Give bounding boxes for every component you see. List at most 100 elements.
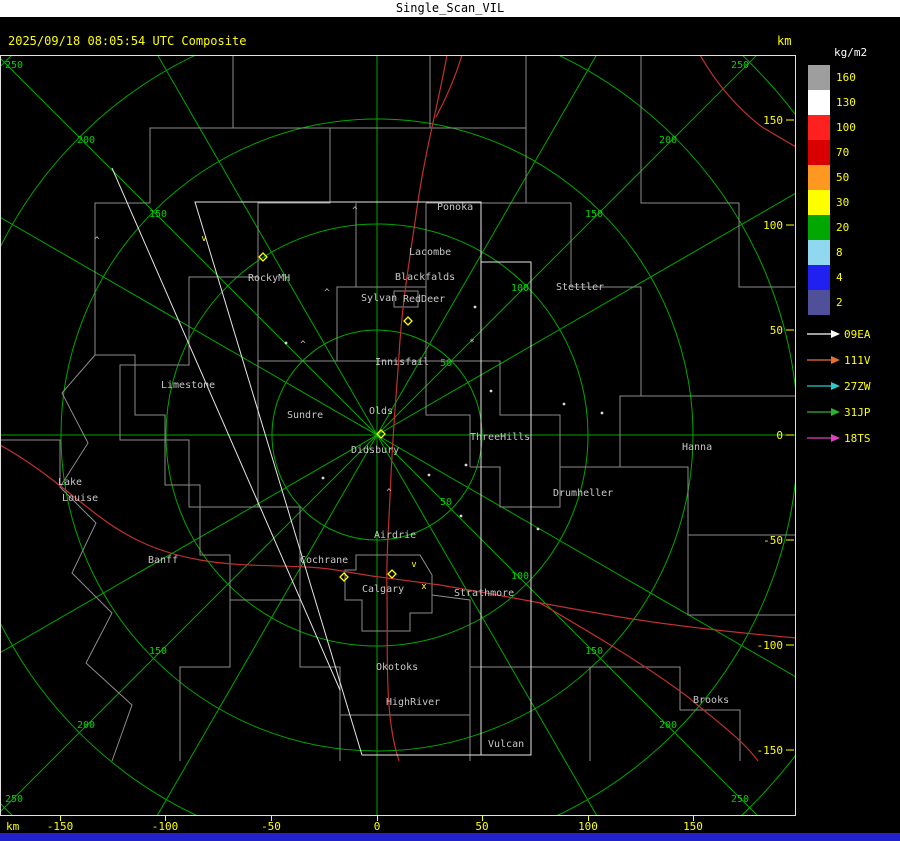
site-list: 09EA 111V 27ZW 31JP 18TS [800, 321, 900, 451]
legend-value: 8 [836, 246, 843, 259]
legend-value: 2 [836, 296, 843, 309]
legend-swatch [808, 115, 830, 140]
legend-swatch [808, 140, 830, 165]
range-ring-label: 150 [149, 646, 167, 657]
highway-lines [1, 56, 795, 762]
city-label: Limestone [161, 380, 215, 391]
site-row: 27ZW [800, 373, 900, 399]
site-id-label: 111V [844, 353, 871, 367]
legend-entry: 2 [800, 290, 900, 315]
city-label: Strathmore [454, 588, 514, 599]
city-label: Sylvan [361, 293, 397, 304]
city-label: Banff [148, 555, 178, 566]
bottom-axis-label: -50 [261, 820, 281, 833]
city-label: Ponoka [437, 202, 473, 213]
poi-dot [562, 402, 566, 406]
city-label: Sundre [287, 410, 323, 421]
county-boundaries [1, 56, 795, 762]
site-arrow-icon [807, 330, 840, 338]
legend-swatch [808, 190, 830, 215]
poi-dot [284, 341, 288, 345]
site-row: 09EA [800, 321, 900, 347]
bottom-axis-label: 150 [683, 820, 703, 833]
poi-dot [427, 473, 431, 477]
bottom-strip [0, 833, 900, 841]
bottom-axis-label: 50 [475, 820, 489, 833]
city-label: Hanna [682, 442, 712, 453]
site-id-label: 31JP [844, 405, 871, 419]
poi-dot [321, 476, 325, 480]
site-row: 111V [800, 347, 900, 373]
city-label: ThreeHills [470, 432, 530, 443]
city-label: Lake [58, 477, 82, 488]
range-ring-label: 250 [5, 794, 23, 805]
legend-swatch [808, 290, 830, 315]
city-label: Innisfail [375, 357, 429, 368]
city-label: HighRiver [386, 697, 440, 708]
legend-value: 30 [836, 196, 850, 209]
poi-dot [459, 514, 463, 518]
poi-star: * [469, 338, 474, 348]
bottom-axis-label: -150 [46, 820, 74, 833]
legend-value: 50 [836, 171, 850, 184]
legend-value: 160 [836, 71, 856, 84]
range-ring-label: 250 [731, 794, 749, 805]
poi-caret: ^ [94, 236, 100, 246]
storm-marker-v: v [201, 234, 206, 244]
city-label: Okotoks [376, 662, 418, 673]
city-label: RockyMH [248, 273, 290, 284]
poi-caret: ^ [386, 488, 392, 498]
legend-swatch [808, 90, 830, 115]
window-title: Single_Scan_VIL [395, 1, 505, 15]
legend-entries: 160 130 100 70 50 30 20 8 4 2 [800, 65, 900, 315]
poi-caret: ^ [300, 340, 306, 350]
right-axis-label: 0 [776, 429, 783, 442]
city-label: Cochrane [300, 555, 348, 566]
legend-entry: 20 [800, 215, 900, 240]
range-ring-label: 200 [659, 135, 677, 146]
radar-site-marker [403, 316, 413, 326]
legend-panel: kg/m2 160 130 100 70 50 30 20 8 4 2 09EA 111V 27ZW 3… [800, 46, 900, 451]
city-label: Vulcan [488, 739, 524, 750]
poi-dot [600, 411, 604, 415]
legend-swatch [808, 65, 830, 90]
range-ring-label: 150 [585, 646, 603, 657]
range-ring-label: 50 [440, 358, 452, 369]
top-axis-unit-label: km [777, 34, 792, 48]
right-axis-label: 150 [763, 114, 783, 127]
site-row: 18TS [800, 425, 900, 451]
poi-dot [464, 463, 468, 467]
poi-dot [489, 389, 493, 393]
site-id-label: 27ZW [844, 379, 871, 393]
range-ring-label: 250 [5, 60, 23, 71]
city-label: Lacombe [409, 247, 451, 258]
legend-value: 130 [836, 96, 856, 109]
city-label: Didsbury [351, 445, 399, 456]
range-ring-label: 100 [511, 283, 529, 294]
right-axis-label: 100 [763, 219, 783, 232]
window-titlebar[interactable]: Single_Scan_VIL [0, 0, 900, 17]
city-label: Louise [62, 493, 98, 504]
site-arrow-icon [807, 382, 840, 390]
site-id-label: 18TS [844, 431, 871, 445]
city-label: Stettler [556, 282, 604, 293]
legend-swatch [808, 215, 830, 240]
city-label: Olds [369, 406, 393, 417]
right-axis-label: 50 [770, 324, 783, 337]
site-arrow-icon [807, 434, 840, 442]
bottom-axis-label: 100 [578, 820, 598, 833]
legend-value: 70 [836, 146, 850, 159]
bottom-axis-label: 0 [373, 820, 381, 833]
range-ring-label: 250 [731, 60, 749, 71]
legend-value: 20 [836, 221, 850, 234]
legend-swatch [808, 265, 830, 290]
radar-map[interactable]: 250 200 150 250 200 150 100 50 250 200 150 250 200 15… [0, 55, 796, 816]
site-id-label: 09EA [844, 327, 871, 341]
legend-entry: 130 [800, 90, 900, 115]
radar-site-marker [339, 572, 349, 582]
legend-entry: 30 [800, 190, 900, 215]
radar-site-marker [387, 569, 397, 579]
legend-entry: 8 [800, 240, 900, 265]
city-label: RedDeer [403, 294, 445, 305]
city-label: Calgary [362, 584, 404, 595]
